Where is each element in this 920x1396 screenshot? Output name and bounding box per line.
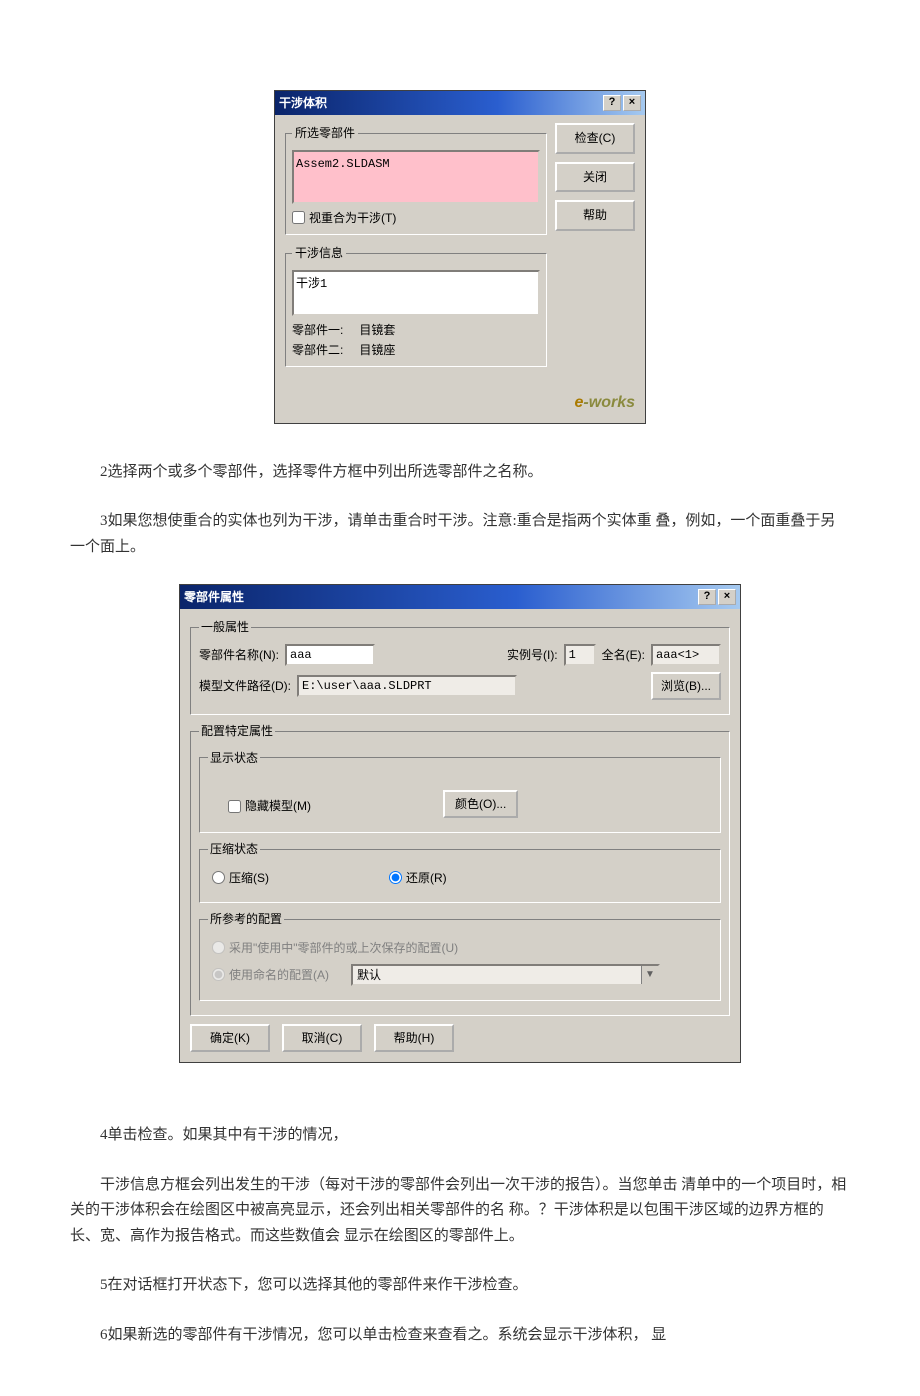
suppress-radio[interactable] <box>212 871 225 884</box>
hide-model-checkbox[interactable] <box>228 800 241 813</box>
referenced-config-group: 所参考的配置 采用"使用中"零部件的或上次保存的配置(U) 使用命名的配置(A) <box>199 909 721 1001</box>
config-specific-group: 配置特定属性 显示状态 隐藏模型(M) 颜色(O)... <box>190 721 730 1016</box>
para-4: 4单击检查。如果其中有干涉的情况， <box>70 1123 850 1149</box>
eworks-logo: e-works <box>275 387 645 422</box>
browse-button[interactable]: 浏览(B)... <box>651 672 721 700</box>
fullname-field: aaa<1> <box>651 644 721 666</box>
titlebar[interactable]: 干涉体积 ? × <box>275 91 645 115</box>
component2-label: 零部件二: <box>292 340 343 360</box>
para-2: 2选择两个或多个零部件，选择零件方框中列出所选零部件之名称。 <box>70 460 850 486</box>
para-3: 3如果您想使重合的实体也列为干涉，请单击重合时干涉。注意:重合是指两个实体重 叠… <box>70 509 850 560</box>
titlebar[interactable]: 零部件属性 ? × <box>180 585 740 609</box>
general-legend: 一般属性 <box>199 617 251 637</box>
para-5: 5在对话框打开状态下，您可以选择其他的零部件来作干涉检查。 <box>70 1273 850 1299</box>
hide-model-label: 隐藏模型(M) <box>245 796 311 816</box>
name-label: 零部件名称(N): <box>199 645 279 665</box>
referenced-config-legend: 所参考的配置 <box>208 909 284 929</box>
general-group: 一般属性 零部件名称(N): aaa 实例号(I): 1 全名(E): aaa<… <box>190 617 730 715</box>
use-inplace-radio <box>212 941 225 954</box>
component1-value: 目镜套 <box>359 320 395 340</box>
config-select-value: 默认 <box>353 966 641 984</box>
close-button[interactable]: 关闭 <box>555 162 635 192</box>
config-select[interactable]: 默认 ▼ <box>351 964 660 986</box>
interference-info-legend: 干涉信息 <box>292 243 346 263</box>
suppress-state-group: 压缩状态 压缩(S) 还原(R) <box>199 839 721 903</box>
color-button[interactable]: 颜色(O)... <box>443 790 518 818</box>
selected-parts-legend: 所选零部件 <box>292 123 358 143</box>
config-specific-legend: 配置特定属性 <box>199 721 275 741</box>
display-state-legend: 显示状态 <box>208 748 260 768</box>
instance-label: 实例号(I): <box>507 645 558 665</box>
resolve-radio-label: 还原(R) <box>406 868 447 888</box>
suppress-state-legend: 压缩状态 <box>208 839 260 859</box>
close-icon[interactable]: × <box>718 589 736 605</box>
cancel-button[interactable]: 取消(C) <box>282 1024 362 1052</box>
path-label: 模型文件路径(D): <box>199 676 291 696</box>
para-4b: 干涉信息方框会列出发生的干涉（每对干涉的零部件会列出一次干涉的报告）。当您单击 … <box>70 1173 850 1250</box>
dialog2-title: 零部件属性 <box>184 587 696 607</box>
use-named-label: 使用命名的配置(A) <box>229 965 329 985</box>
path-field: E:\user\aaa.SLDPRT <box>297 675 517 697</box>
fullname-label: 全名(E): <box>602 645 645 665</box>
ok-button[interactable]: 确定(K) <box>190 1024 270 1052</box>
name-field[interactable]: aaa <box>285 644 375 666</box>
interference-list[interactable]: 干涉1 <box>292 270 540 316</box>
resolve-radio[interactable] <box>389 871 402 884</box>
interference-dialog: 干涉体积 ? × 所选零部件 Assem2.SLDASM 视重合为干涉(T) <box>274 90 646 424</box>
help-icon[interactable]: ? <box>698 589 716 605</box>
close-icon[interactable]: × <box>623 95 641 111</box>
suppress-radio-label: 压缩(S) <box>229 868 269 888</box>
help-icon[interactable]: ? <box>603 95 621 111</box>
component-properties-dialog: 零部件属性 ? × 一般属性 零部件名称(N): aaa 实例号(I): 1 全… <box>179 584 741 1063</box>
selected-part-item[interactable]: Assem2.SLDASM <box>296 154 536 174</box>
instance-field: 1 <box>564 644 596 666</box>
treat-coincident-checkbox[interactable] <box>292 211 305 224</box>
chevron-down-icon[interactable]: ▼ <box>641 966 658 984</box>
para-6: 6如果新选的零部件有干涉情况，您可以单击检查来查看之。系统会显示干涉体积， 显 <box>70 1323 850 1349</box>
interference-info-group: 干涉信息 干涉1 零部件一: 目镜套 零部件二: 目镜座 <box>285 243 547 367</box>
use-named-radio <box>212 968 225 981</box>
help-button[interactable]: 帮助 <box>555 200 635 230</box>
dlg2-help-button[interactable]: 帮助(H) <box>374 1024 454 1052</box>
check-button[interactable]: 检查(C) <box>555 123 635 153</box>
treat-coincident-label: 视重合为干涉(T) <box>309 208 396 228</box>
display-state-group: 显示状态 隐藏模型(M) 颜色(O)... <box>199 748 721 834</box>
selected-parts-group: 所选零部件 Assem2.SLDASM 视重合为干涉(T) <box>285 123 547 235</box>
selected-parts-list[interactable]: Assem2.SLDASM <box>292 150 540 204</box>
component2-value: 目镜座 <box>359 340 395 360</box>
interference-item[interactable]: 干涉1 <box>296 274 536 294</box>
component1-label: 零部件一: <box>292 320 343 340</box>
dialog1-title: 干涉体积 <box>279 93 601 113</box>
use-inplace-label: 采用"使用中"零部件的或上次保存的配置(U) <box>229 938 458 958</box>
